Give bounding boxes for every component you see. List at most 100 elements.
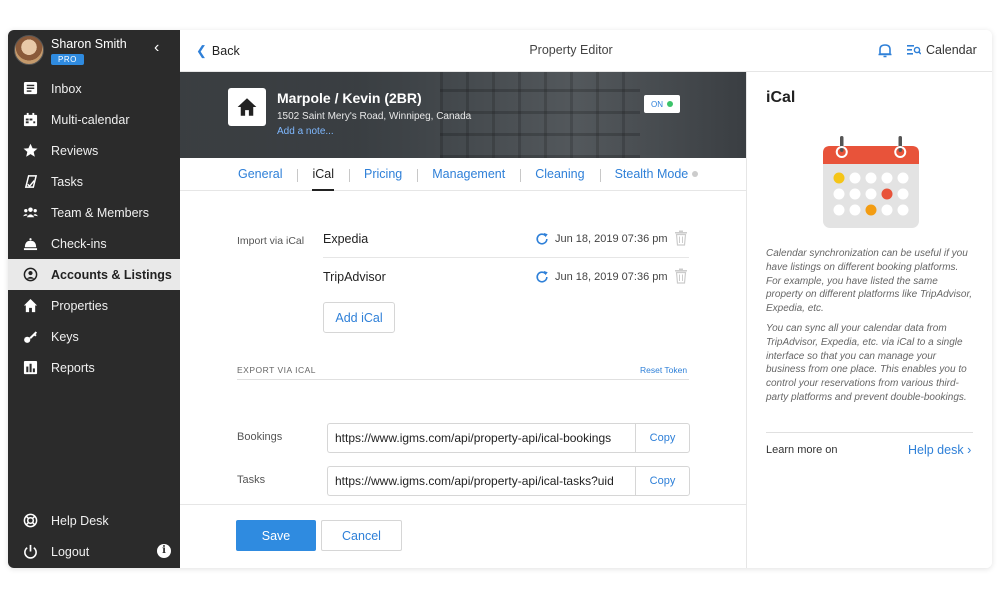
sidebar-item-keys[interactable]: Keys	[8, 321, 180, 352]
tasks-icon	[22, 174, 38, 190]
sidebar-item-reviews[interactable]: Reviews	[8, 135, 180, 166]
sidebar-item-label: Reports	[51, 360, 95, 375]
tasks-url-field[interactable]: https://www.igms.com/api/property-api/ic…	[327, 466, 636, 496]
collapse-sidebar-icon[interactable]: ‹	[154, 39, 159, 57]
status-dot-icon	[667, 101, 673, 107]
sync-timestamp: Jun 18, 2019 07:36 pm	[555, 233, 668, 245]
sidebar-item-label: Help Desk	[51, 513, 109, 528]
add-note-link[interactable]: Add a note...	[277, 126, 334, 137]
sidebar-item-properties[interactable]: Properties	[8, 290, 180, 321]
divider	[180, 504, 746, 505]
user-header[interactable]: Sharon Smith PRO ‹	[8, 30, 180, 72]
help-desk-label: Help desk	[908, 443, 964, 457]
ical-row: TripAdvisor Jun 18, 2019 07:36 pm	[323, 259, 689, 296]
bookings-url-field[interactable]: https://www.igms.com/api/property-api/ic…	[327, 423, 636, 453]
sidebar-item-label: Tasks	[51, 174, 83, 189]
listing-status-toggle[interactable]: ON	[644, 95, 680, 113]
sync-icon[interactable]	[535, 270, 549, 284]
lifebuoy-icon	[22, 513, 38, 529]
divider	[766, 432, 973, 433]
divider	[237, 379, 689, 380]
sidebar-item-tasks[interactable]: Tasks	[8, 166, 180, 197]
copy-tasks-button[interactable]: Copy	[635, 466, 690, 496]
help-desk-link[interactable]: Help desk ›	[908, 443, 971, 457]
sidebar-nav: Inbox Multi-calendar Reviews Tasks Team …	[8, 73, 180, 383]
ical-source-name: Expedia	[323, 232, 369, 246]
export-bookings-label: Bookings	[237, 431, 283, 443]
info-icon[interactable]: i	[157, 544, 171, 558]
sidebar-item-label: Multi-calendar	[51, 112, 130, 127]
sidebar-item-label: Team & Members	[51, 205, 149, 220]
sidebar-bottom: Help Desk Logout i	[8, 505, 180, 567]
sidebar-item-accounts-listings[interactable]: Accounts & Listings	[8, 259, 180, 290]
save-button[interactable]: Save	[236, 520, 316, 551]
sidebar: Sharon Smith PRO ‹ Inbox Multi-calendar	[8, 30, 180, 568]
sidebar-item-logout[interactable]: Logout i	[8, 536, 180, 567]
inbox-icon	[22, 81, 38, 97]
chevron-right-icon: ›	[967, 443, 972, 457]
import-label: Import via iCal	[237, 235, 305, 247]
panel-paragraph: You can sync all your calendar data from…	[766, 323, 967, 403]
tab-cleaning[interactable]: Cleaning	[520, 158, 599, 191]
team-icon	[22, 205, 38, 221]
power-icon	[22, 544, 38, 560]
pro-badge: PRO	[51, 54, 84, 65]
user-name: Sharon Smith	[51, 37, 127, 51]
sidebar-item-label: Properties	[51, 298, 108, 313]
tab-label: Stealth Mode	[614, 166, 689, 181]
sidebar-item-label: Keys	[51, 329, 79, 344]
bell-icon	[22, 236, 38, 252]
sidebar-item-inbox[interactable]: Inbox	[8, 73, 180, 104]
listing-title: Marpole / Kevin (2BR)	[277, 90, 422, 106]
toggle-label: ON	[651, 99, 663, 109]
home-icon	[22, 298, 38, 314]
add-ical-button[interactable]: Add iCal	[323, 302, 395, 333]
star-icon	[22, 143, 38, 159]
tab-general[interactable]: General	[238, 158, 297, 191]
sidebar-item-label: Check-ins	[51, 236, 107, 251]
sidebar-item-check-ins[interactable]: Check-ins	[8, 228, 180, 259]
reset-token-link[interactable]: Reset Token	[640, 365, 687, 375]
sidebar-item-team-members[interactable]: Team & Members	[8, 197, 180, 228]
learn-more-text: Learn more on	[766, 444, 838, 456]
tab-management[interactable]: Management	[417, 158, 520, 191]
panel-paragraph: Calendar synchronization can be useful i…	[766, 248, 973, 315]
editor-tabs: General iCal Pricing Management Cleaning…	[180, 158, 746, 191]
calendar-link[interactable]: Calendar	[907, 43, 977, 57]
trash-icon[interactable]	[674, 268, 688, 284]
app-window: Sharon Smith PRO ‹ Inbox Multi-calendar	[8, 30, 992, 568]
sidebar-item-reports[interactable]: Reports	[8, 352, 180, 383]
calendar-icon	[22, 112, 38, 128]
calendar-search-icon	[907, 45, 921, 55]
page-title: Property Editor	[529, 43, 613, 57]
sidebar-item-multi-calendar[interactable]: Multi-calendar	[8, 104, 180, 135]
sidebar-item-help-desk[interactable]: Help Desk	[8, 505, 180, 536]
reports-icon	[22, 360, 38, 376]
calendar-link-label: Calendar	[926, 43, 977, 57]
sidebar-item-label: Inbox	[51, 81, 82, 96]
sync-icon[interactable]	[535, 232, 549, 246]
key-icon	[22, 329, 38, 345]
listing-banner: Marpole / Kevin (2BR) 1502 Saint Mery's …	[180, 72, 746, 158]
tab-stealth-mode[interactable]: Stealth Mode	[599, 158, 714, 191]
export-section-label: EXPORT VIA ICAL	[237, 365, 316, 375]
sidebar-item-label: Accounts & Listings	[51, 267, 172, 282]
listing-address: 1502 Saint Mery's Road, Winnipeg, Canada	[277, 111, 472, 122]
cancel-button[interactable]: Cancel	[321, 520, 402, 551]
export-tasks-label: Tasks	[237, 474, 266, 486]
panel-title: iCal	[766, 89, 796, 106]
copy-bookings-button[interactable]: Copy	[635, 423, 690, 453]
top-bar: ❮ Back Property Editor Calendar	[180, 30, 992, 72]
ical-row: Expedia Jun 18, 2019 07:36 pm	[323, 221, 689, 258]
tab-pricing[interactable]: Pricing	[349, 158, 417, 191]
account-icon	[22, 267, 38, 283]
trash-icon[interactable]	[674, 230, 688, 246]
ical-source-name: TripAdvisor	[323, 270, 386, 284]
help-panel: iCal Calendar synchronization can be use…	[746, 72, 992, 568]
status-dot-icon	[692, 171, 699, 178]
sync-timestamp: Jun 18, 2019 07:36 pm	[555, 271, 668, 283]
avatar[interactable]	[14, 35, 44, 65]
notifications-bell-icon[interactable]	[877, 42, 893, 58]
sidebar-item-label: Logout	[51, 544, 90, 559]
tab-ical[interactable]: iCal	[297, 158, 349, 191]
